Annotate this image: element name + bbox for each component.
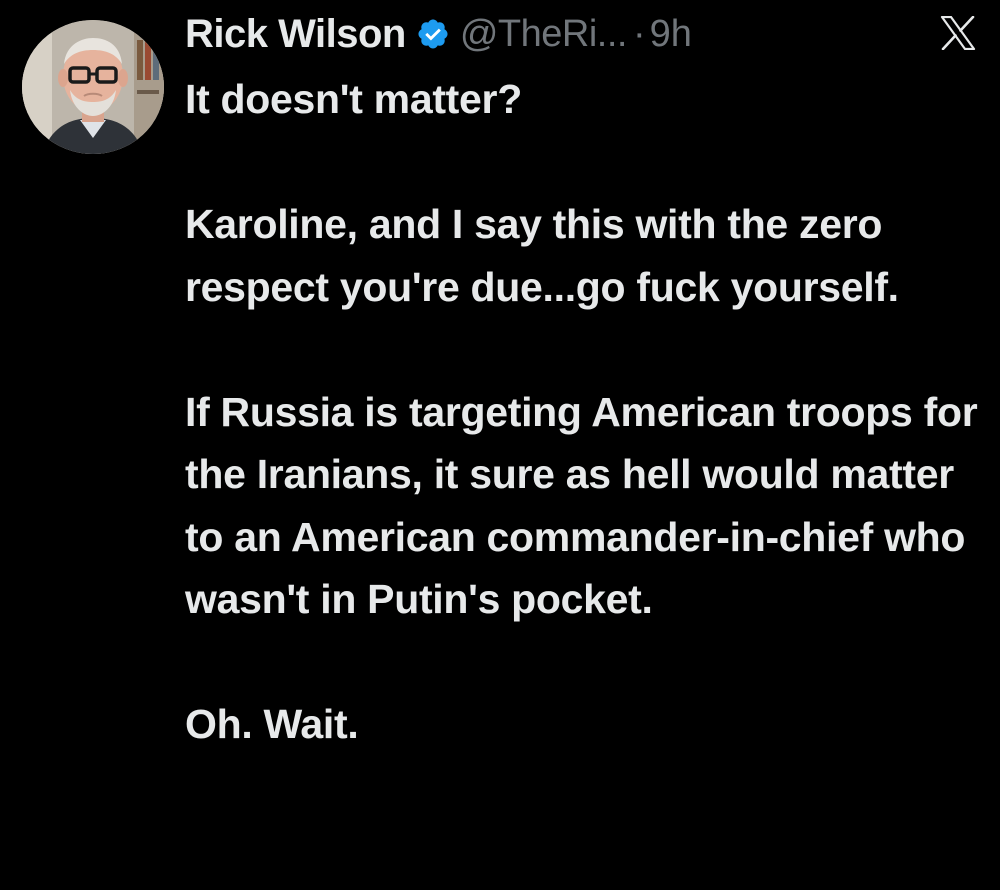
tweet-paragraph: Karoline, and I say this with the zero r… xyxy=(185,201,899,310)
author-name[interactable]: Rick Wilson xyxy=(185,12,406,57)
avatar-photo xyxy=(22,20,164,154)
header-separator: · xyxy=(632,12,646,55)
author-avatar[interactable] xyxy=(22,20,164,154)
tweet-card: Rick Wilson @TheRi... · 9h It doesn't ma… xyxy=(0,0,1000,890)
tweet-timestamp[interactable]: 9h xyxy=(650,13,692,56)
tweet-paragraph: Oh. Wait. xyxy=(185,701,359,747)
tweet-body: It doesn't matter? Karoline, and I say t… xyxy=(185,68,985,756)
tweet-paragraph: If Russia is targeting American troops f… xyxy=(185,388,978,623)
tweet-header: Rick Wilson @TheRi... · 9h xyxy=(185,6,980,62)
x-logo-icon xyxy=(940,16,976,50)
author-handle[interactable]: @TheRi... xyxy=(460,13,628,56)
verified-badge-icon xyxy=(416,17,450,51)
tweet-paragraph: It doesn't matter? xyxy=(185,76,522,122)
